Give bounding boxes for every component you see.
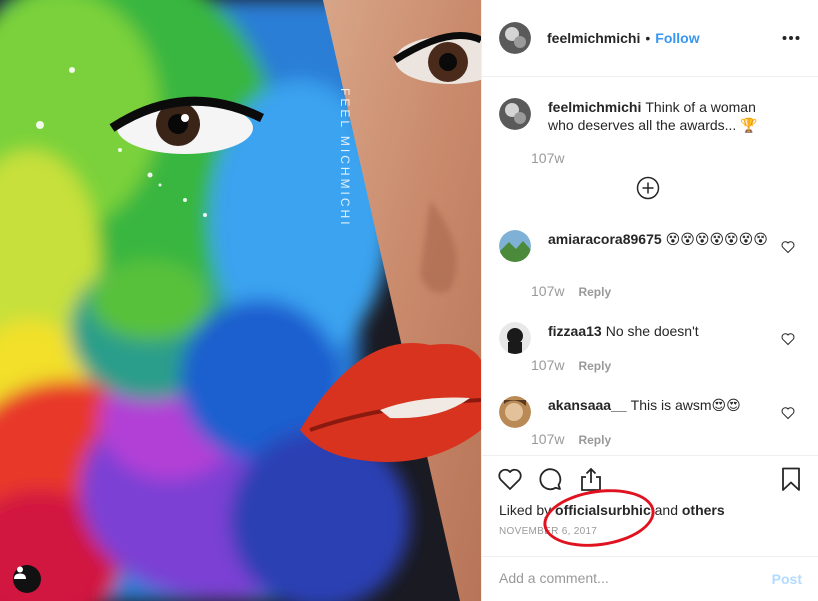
share-icon[interactable]: [578, 466, 604, 492]
header-separator: •: [645, 30, 651, 46]
comment-item: amiaracora89675 😵😵😵😵😵😵😵: [499, 230, 809, 270]
reply-button[interactable]: Reply: [578, 359, 611, 373]
reply-button[interactable]: Reply: [578, 285, 611, 299]
comment-username[interactable]: akansaaa__: [548, 397, 627, 413]
user-icon: [14, 566, 26, 579]
load-more-comments-icon[interactable]: [636, 176, 660, 200]
comment-meta: 107w Reply: [531, 431, 611, 447]
caption-avatar[interactable]: [499, 98, 531, 130]
post-panel: feelmichmichi • Follow feelmichmichi Thin…: [481, 0, 818, 601]
like-icon[interactable]: [497, 466, 523, 492]
author-username[interactable]: feelmichmichi: [547, 30, 640, 46]
caption: feelmichmichi Think of a woman who deserv…: [499, 98, 809, 138]
comment-body: akansaaa__ This is awsm😍😍: [548, 396, 773, 414]
liked-by-joiner: and: [654, 502, 678, 518]
like-comment-icon[interactable]: [781, 240, 795, 254]
comment-body: amiaracora89675 😵😵😵😵😵😵😵: [548, 230, 773, 248]
likes-summary: Liked by officialsurbhic and others: [499, 502, 725, 518]
post-header: feelmichmichi • Follow: [482, 0, 818, 77]
commenter-avatar[interactable]: [499, 396, 531, 428]
post-comment-button[interactable]: Post: [772, 571, 802, 587]
caption-age[interactable]: 107w: [531, 150, 564, 166]
comment-username[interactable]: amiaracora89675: [548, 231, 662, 247]
commenter-avatar[interactable]: [499, 322, 531, 354]
comment-text: This is awsm😍😍: [630, 397, 741, 413]
comment-username[interactable]: fizzaa13: [548, 323, 602, 339]
comment-item: akansaaa__ This is awsm😍😍: [499, 396, 809, 430]
comment-body: fizzaa13 No she doesn't: [548, 322, 773, 340]
post-date[interactable]: NOVEMBER 6, 2017: [499, 526, 597, 537]
commenter-avatar[interactable]: [499, 230, 531, 262]
comment-meta: 107w Reply: [531, 357, 611, 373]
like-comment-icon[interactable]: [781, 332, 795, 346]
image-watermark: FEEL MICHMICHI: [338, 88, 352, 228]
reply-button[interactable]: Reply: [578, 433, 611, 447]
add-comment-bar: Post: [482, 556, 818, 601]
comment-text: 😵😵😵😵😵😵😵: [665, 231, 768, 247]
post-actions: Liked by officialsurbhic and others NOVE…: [482, 455, 818, 600]
more-options-icon[interactable]: [782, 29, 800, 47]
caption-username[interactable]: feelmichmichi: [548, 99, 641, 115]
liked-by-prefix: Liked by: [499, 502, 552, 518]
add-comment-input[interactable]: [499, 570, 739, 586]
like-comment-icon[interactable]: [781, 406, 795, 420]
comment-text: No she doesn't: [605, 323, 699, 339]
artwork-painting: [0, 0, 481, 601]
liked-by-others[interactable]: others: [682, 502, 725, 518]
follow-button[interactable]: Follow: [655, 30, 699, 46]
post-image[interactable]: FEEL MICHMICHI: [0, 0, 481, 601]
comment-item: fizzaa13 No she doesn't: [499, 322, 809, 356]
save-icon[interactable]: [778, 466, 804, 492]
tagged-users-button[interactable]: [13, 565, 41, 593]
author-avatar[interactable]: [499, 22, 531, 54]
caption-body: feelmichmichi Think of a woman who deserv…: [548, 98, 773, 134]
liked-by-user[interactable]: officialsurbhic: [555, 502, 651, 518]
comments-list: feelmichmichi Think of a woman who deserv…: [482, 77, 818, 455]
comment-meta: 107w Reply: [531, 283, 611, 299]
comment-age[interactable]: 107w: [531, 357, 564, 373]
comment-age[interactable]: 107w: [531, 431, 564, 447]
comment-age[interactable]: 107w: [531, 283, 564, 299]
comment-icon[interactable]: [537, 466, 563, 492]
